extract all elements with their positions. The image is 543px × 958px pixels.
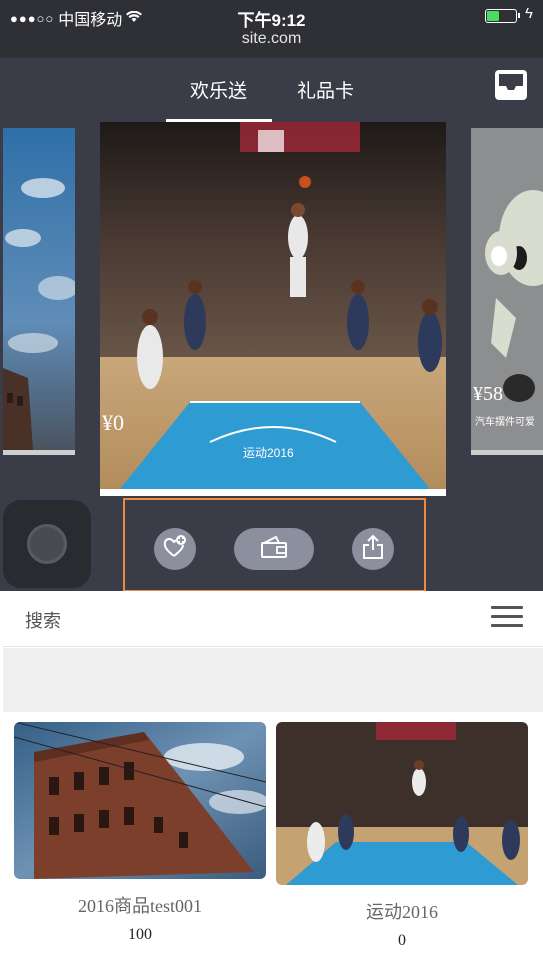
- product-title: 2016商品test001: [78, 896, 202, 916]
- clock: 下午9:12: [237, 11, 306, 30]
- menu-icon[interactable]: [491, 604, 523, 630]
- tab-bar: 欢乐送 礼品卡: [0, 58, 543, 122]
- share-icon: [361, 534, 385, 565]
- product-image-basketball: [276, 722, 528, 885]
- assistive-touch-icon: [27, 524, 67, 564]
- tab-gift-card[interactable]: 礼品卡: [297, 76, 354, 103]
- product-title: 运动2016: [366, 902, 438, 922]
- carousel-card-right[interactable]: ¥58 汽车摆件可爱: [471, 128, 543, 455]
- charging-icon: ϟ: [525, 5, 533, 22]
- assistive-touch-button[interactable]: [3, 500, 91, 588]
- product-price: 100: [128, 926, 152, 943]
- inbox-icon[interactable]: [493, 68, 529, 102]
- action-buttons-highlight: [123, 498, 426, 592]
- product-card[interactable]: 2016商品test001 100: [14, 722, 266, 944]
- url-bar[interactable]: site.com: [0, 30, 543, 48]
- battery-icon: [485, 9, 520, 23]
- share-button[interactable]: [352, 528, 394, 570]
- main-card-caption: 运动2016: [243, 446, 294, 460]
- tab-huanlesong[interactable]: 欢乐送: [190, 76, 247, 103]
- carousel-card-main[interactable]: ¥0 运动2016: [100, 122, 446, 496]
- gift-header: 欢乐送 礼品卡 ¥0 运动2016 ¥58 汽车摆件可爱: [0, 58, 543, 592]
- right-card-price: ¥58: [473, 383, 503, 405]
- search-link[interactable]: 搜索: [25, 607, 61, 633]
- main-card-price: ¥0: [102, 410, 124, 435]
- search-bar: 搜索: [3, 591, 543, 647]
- like-button[interactable]: [154, 528, 196, 570]
- product-card[interactable]: 运动2016 0: [276, 722, 528, 950]
- spacer-strip: [3, 648, 543, 712]
- basketball-image: [100, 122, 446, 489]
- product-price: 0: [398, 932, 406, 949]
- wallet-icon: [260, 535, 288, 564]
- sky-image: [3, 128, 75, 450]
- product-image-building: [14, 722, 266, 879]
- status-bar: ●●●○○ 中国移动 下午9:12 ϟ site.com: [0, 0, 543, 58]
- carousel-card-left[interactable]: [3, 128, 75, 455]
- heart-plus-icon: [162, 534, 188, 565]
- wallet-button[interactable]: [234, 528, 314, 570]
- right-card-caption: 汽车摆件可爱: [475, 417, 535, 428]
- product-grid: 2016商品test001 100 运动2016 0: [3, 712, 543, 958]
